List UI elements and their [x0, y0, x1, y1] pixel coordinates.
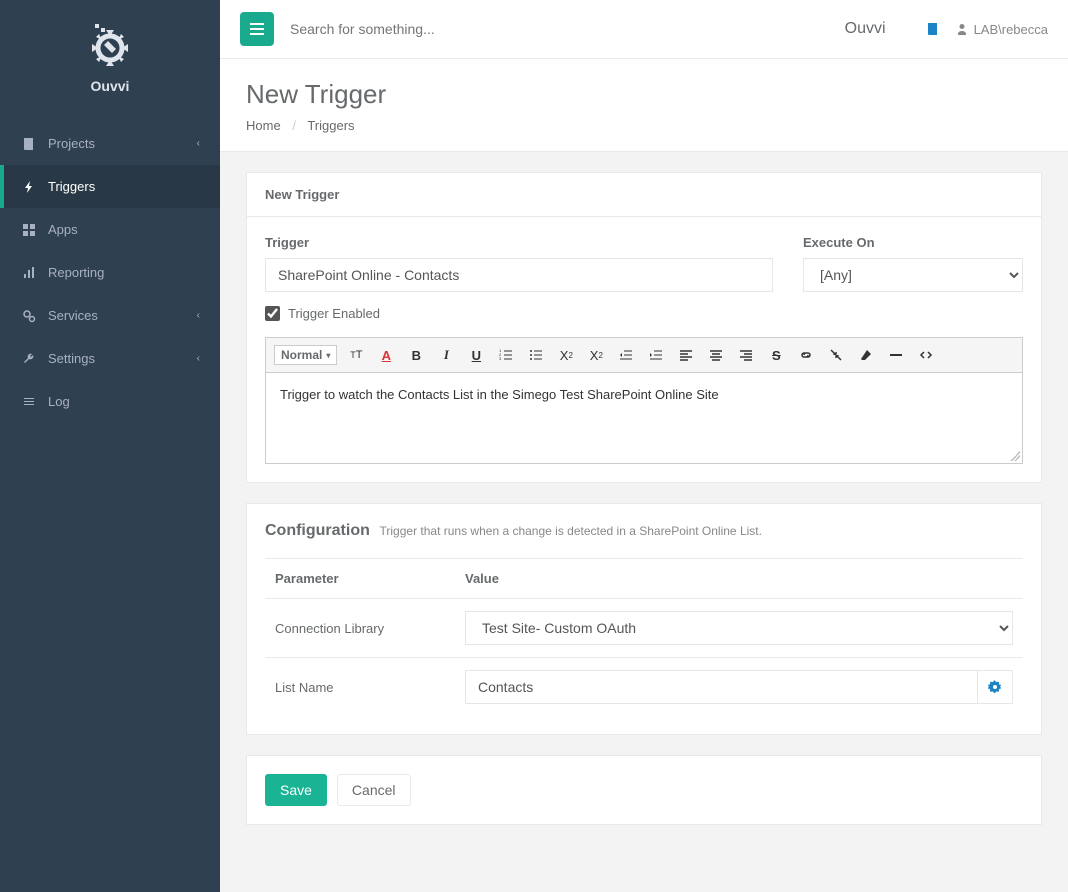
bold-icon[interactable]: B [405, 344, 427, 366]
save-button[interactable]: Save [265, 774, 327, 806]
outdent-icon[interactable] [615, 344, 637, 366]
logo-block: Ouvvi [0, 0, 220, 104]
sidebar-item-label: Services [48, 308, 98, 323]
sidebar-item-label: Apps [48, 222, 78, 237]
align-center-icon[interactable] [705, 344, 727, 366]
indent-icon[interactable] [645, 344, 667, 366]
main-area: Ouvvi LAB\rebecca New Trigger Home / Tri… [220, 0, 1068, 892]
subscript-icon[interactable]: X2 [555, 344, 577, 366]
user-label: LAB\rebecca [974, 22, 1048, 37]
chevron-left-icon: ‹ [197, 353, 200, 364]
font-size-icon[interactable]: TT [345, 344, 367, 366]
actions-panel: Save Cancel [246, 755, 1042, 825]
sidebar-item-label: Settings [48, 351, 95, 366]
strikethrough-icon[interactable]: S [765, 344, 787, 366]
app-logo-icon [85, 20, 135, 70]
editor-textarea[interactable]: Trigger to watch the Contacts List in th… [266, 373, 1022, 463]
chevron-left-icon: ‹ [197, 138, 200, 149]
align-left-icon[interactable] [675, 344, 697, 366]
chevron-left-icon: ‹ [197, 310, 200, 321]
cancel-button[interactable]: Cancel [337, 774, 411, 806]
trigger-label: Trigger [265, 235, 773, 250]
topbar-right: LAB\rebecca [926, 22, 1048, 37]
grid-icon [20, 223, 38, 237]
align-right-icon[interactable] [735, 344, 757, 366]
sidebar-item-apps[interactable]: Apps [0, 208, 220, 251]
italic-icon[interactable]: I [435, 344, 457, 366]
config-title: Configuration [265, 522, 370, 539]
col-parameter: Parameter [265, 559, 455, 599]
breadcrumb-separator: / [292, 118, 296, 133]
hr-icon[interactable] [885, 344, 907, 366]
sidebar-item-label: Projects [48, 136, 95, 151]
user-icon [956, 23, 968, 35]
config-description: Trigger that runs when a change is detec… [380, 524, 762, 538]
nav-list: Projects ‹ Triggers Apps Reporting Servi… [0, 122, 220, 423]
panel-title: New Trigger [247, 173, 1041, 217]
help-book-icon[interactable] [926, 22, 940, 36]
col-value: Value [455, 559, 1023, 599]
sidebar-item-label: Log [48, 394, 70, 409]
wrench-icon [20, 352, 38, 366]
topbar: Ouvvi LAB\rebecca [220, 0, 1068, 59]
font-color-icon[interactable]: A [375, 344, 397, 366]
breadcrumb-current: Triggers [307, 118, 354, 133]
sidebar-item-services[interactable]: Services ‹ [0, 294, 220, 337]
param-label: Connection Library [265, 599, 455, 658]
sidebar-item-projects[interactable]: Projects ‹ [0, 122, 220, 165]
chart-bar-icon [20, 266, 38, 280]
param-label: List Name [265, 658, 455, 717]
superscript-icon[interactable]: X2 [585, 344, 607, 366]
list-settings-button[interactable] [978, 670, 1013, 704]
svg-text:3: 3 [499, 356, 502, 361]
sidebar-item-label: Reporting [48, 265, 104, 280]
app-name: Ouvvi [0, 78, 220, 94]
page-title: New Trigger [246, 79, 1042, 110]
sidebar-item-label: Triggers [48, 179, 95, 194]
brand-title: Ouvvi [845, 20, 886, 38]
list-icon [20, 395, 38, 409]
rich-text-editor: Normal▾ TT A B I U 123 X2 X2 [265, 337, 1023, 464]
underline-icon[interactable]: U [465, 344, 487, 366]
search-input[interactable] [290, 21, 805, 37]
content: New Trigger Trigger Execute On [Any] [220, 152, 1068, 865]
trigger-enabled-label: Trigger Enabled [288, 306, 380, 321]
unordered-list-icon[interactable] [525, 344, 547, 366]
sidebar-item-settings[interactable]: Settings ‹ [0, 337, 220, 380]
table-row: List Name [265, 658, 1023, 717]
format-select[interactable]: Normal▾ [274, 345, 337, 365]
resize-handle-icon[interactable] [1010, 451, 1020, 461]
hamburger-icon [249, 22, 265, 36]
ordered-list-icon[interactable]: 123 [495, 344, 517, 366]
list-name-input[interactable] [465, 670, 978, 704]
sidebar-item-triggers[interactable]: Triggers [0, 165, 220, 208]
link-icon[interactable] [795, 344, 817, 366]
connection-library-select[interactable]: Test Site- Custom OAuth [465, 611, 1013, 645]
unlink-icon[interactable] [825, 344, 847, 366]
trigger-name-input[interactable] [265, 258, 773, 292]
config-table: Parameter Value Connection Library Test … [265, 558, 1023, 716]
gear-icon [988, 680, 1002, 694]
eraser-icon[interactable] [855, 344, 877, 366]
user-menu[interactable]: LAB\rebecca [956, 22, 1048, 37]
cogs-icon [20, 309, 38, 323]
execute-on-label: Execute On [803, 235, 1023, 250]
menu-toggle-button[interactable] [240, 12, 274, 46]
page-header: New Trigger Home / Triggers [220, 59, 1068, 152]
trigger-panel: New Trigger Trigger Execute On [Any] [246, 172, 1042, 483]
breadcrumb-home[interactable]: Home [246, 118, 281, 133]
trigger-enabled-checkbox[interactable] [265, 306, 280, 321]
breadcrumb: Home / Triggers [246, 118, 1042, 133]
code-icon[interactable] [915, 344, 937, 366]
table-row: Connection Library Test Site- Custom OAu… [265, 599, 1023, 658]
sidebar: Ouvvi Projects ‹ Triggers Apps Reporting [0, 0, 220, 892]
editor-toolbar: Normal▾ TT A B I U 123 X2 X2 [266, 338, 1022, 373]
config-panel: Configuration Trigger that runs when a c… [246, 503, 1042, 735]
sidebar-item-log[interactable]: Log [0, 380, 220, 423]
bolt-icon [20, 180, 38, 194]
execute-on-select[interactable]: [Any] [803, 258, 1023, 292]
sidebar-item-reporting[interactable]: Reporting [0, 251, 220, 294]
book-icon [20, 137, 38, 151]
